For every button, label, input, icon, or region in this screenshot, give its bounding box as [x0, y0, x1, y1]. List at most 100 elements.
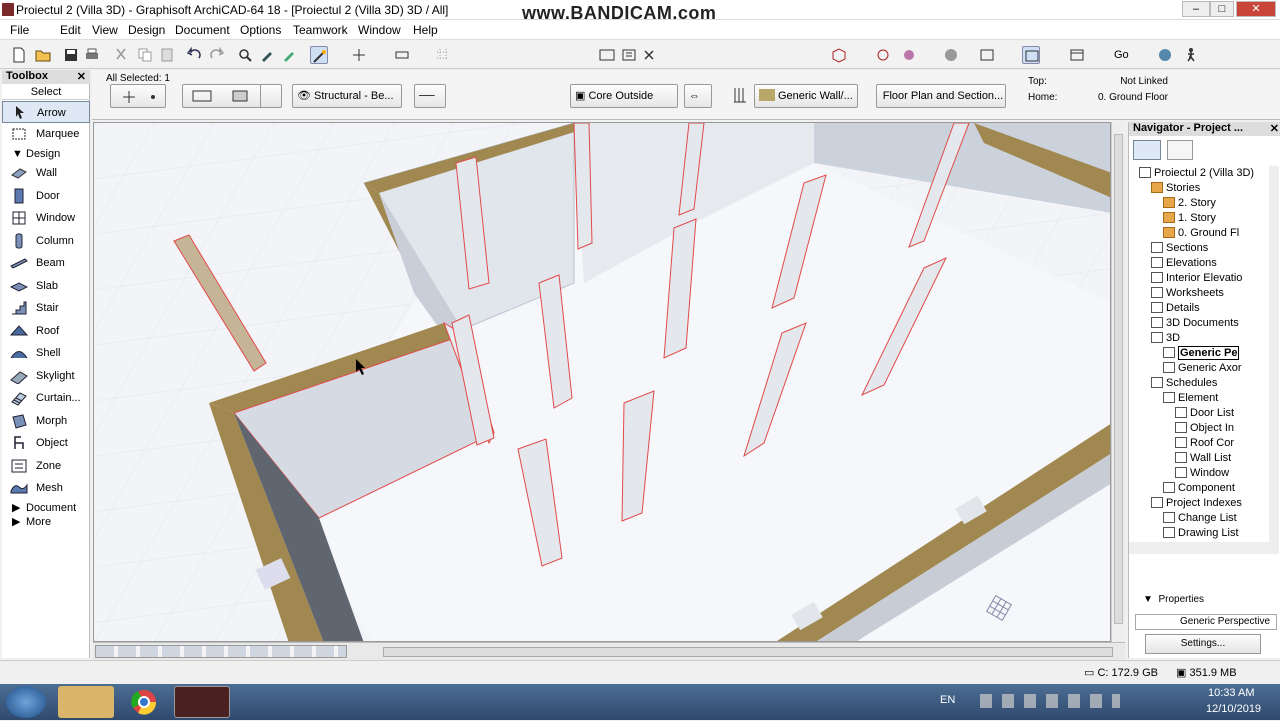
tree-item[interactable]: Details [1151, 301, 1200, 316]
tool-curtain-wall[interactable]: Curtain... [2, 387, 90, 409]
cut-icon[interactable] [112, 46, 130, 64]
layout-book-tab[interactable] [1199, 140, 1221, 160]
tree-item[interactable]: Elevations [1151, 256, 1217, 271]
tree-item[interactable]: Window [1175, 466, 1229, 481]
structural-function-dropdown[interactable]: 👁 Structural - Be... [292, 84, 402, 108]
more-section[interactable]: ▶ More [2, 514, 90, 530]
publisher-sets-tab[interactable] [1227, 140, 1249, 160]
copy-icon[interactable] [136, 46, 154, 64]
floor-plan-section-button[interactable]: Floor Plan and Section... [876, 84, 1006, 108]
redo-icon[interactable] [207, 46, 225, 64]
menu-teamwork[interactable]: Teamwork [293, 23, 348, 37]
guide-lines-icon[interactable] [350, 46, 368, 64]
profile-icon[interactable] [728, 84, 748, 108]
menu-edit[interactable]: Edit [60, 23, 81, 37]
start-button[interactable] [6, 686, 46, 718]
tree-item[interactable]: Interior Elevatio [1151, 271, 1242, 286]
tool-stair[interactable]: Stair [2, 297, 90, 319]
new-file-icon[interactable] [10, 46, 28, 64]
wall-reference-line-button[interactable] [182, 84, 266, 108]
view-map-tab[interactable] [1167, 140, 1193, 160]
paste-icon[interactable] [158, 46, 176, 64]
tree-item[interactable]: Door List [1175, 406, 1234, 421]
file-explorer-taskbar-icon[interactable] [58, 686, 114, 718]
tool-object[interactable]: Object [2, 432, 90, 454]
tree-item[interactable]: 3D Documents [1151, 316, 1239, 331]
rendering-icon[interactable] [900, 46, 918, 64]
tree-item[interactable]: Schedules [1151, 376, 1217, 391]
trace-compare-icon[interactable] [620, 46, 638, 64]
3d-view-icon[interactable] [874, 46, 892, 64]
tree-item[interactable]: 3D [1151, 331, 1180, 346]
snap-icon[interactable] [393, 46, 411, 64]
menu-design[interactable]: Design [128, 23, 165, 37]
bimx-icon[interactable] [942, 46, 960, 64]
minimize-button[interactable]: – [1182, 1, 1210, 17]
system-tray-icons[interactable] [980, 694, 1120, 708]
maximize-button[interactable]: □ [1210, 1, 1234, 17]
3d-viewport[interactable] [93, 122, 1111, 642]
zoom-navigation-buttons[interactable] [95, 645, 347, 658]
tool-door[interactable]: Door [2, 185, 90, 207]
close-trace-icon[interactable] [640, 46, 658, 64]
archicad-app-icon[interactable] [2, 3, 14, 16]
view-map-icon[interactable] [1022, 46, 1040, 64]
go-menu[interactable]: Go [1114, 49, 1129, 61]
geometry-method-button[interactable] [110, 84, 166, 108]
horizontal-scrollbar[interactable] [383, 647, 1113, 657]
chrome-taskbar-icon[interactable] [116, 686, 172, 718]
undo-icon[interactable] [186, 46, 204, 64]
tool-shell[interactable]: Shell [2, 342, 90, 364]
core-position-dropdown[interactable]: ▣ Core Outside [570, 84, 678, 108]
view-name-field[interactable]: Generic Perspective [1135, 614, 1277, 630]
settings-button[interactable]: Settings... [1145, 634, 1261, 654]
menu-file[interactable]: File [10, 23, 29, 37]
tree-item[interactable]: Proiectul 2 (Villa 3D) [1139, 166, 1254, 181]
composite-dropdown[interactable]: Generic Wall/... [754, 84, 858, 108]
print-icon[interactable] [83, 46, 101, 64]
tree-item[interactable]: Generic Axor [1163, 361, 1242, 376]
close-button[interactable]: ✕ [1236, 1, 1276, 17]
tree-scrollbar[interactable] [1269, 166, 1279, 546]
top-link-value[interactable]: Not Linked [1112, 76, 1168, 87]
toolbox-close-icon[interactable]: ✕ [77, 70, 86, 83]
vertical-scroll-thumb[interactable] [1114, 134, 1123, 624]
find-select-icon[interactable] [236, 46, 254, 64]
tree-item[interactable]: 0. Ground Fl [1163, 226, 1239, 241]
3d-window-icon[interactable] [830, 46, 848, 64]
tree-item[interactable]: Sections [1151, 241, 1208, 256]
tool-wall[interactable]: Wall [2, 162, 90, 184]
walk-icon[interactable] [1182, 46, 1200, 64]
project-map-tab[interactable] [1133, 140, 1161, 160]
archicad-taskbar-icon[interactable] [174, 686, 230, 718]
syringe-icon[interactable] [280, 46, 298, 64]
design-section[interactable]: ▼ Design [2, 146, 90, 162]
save-icon[interactable] [62, 46, 80, 64]
viewport-vertical-scrollbar[interactable] [1111, 122, 1125, 642]
navigator-close-icon[interactable]: ✕ [1270, 122, 1279, 135]
eyedropper-icon[interactable] [258, 46, 276, 64]
menu-document[interactable]: Document [175, 23, 230, 37]
tree-item[interactable]: Object In [1175, 421, 1234, 436]
line-type-button[interactable]: ── [414, 84, 446, 108]
menu-help[interactable]: Help [413, 23, 438, 37]
tree-item[interactable]: Element [1163, 391, 1218, 406]
layout-book-icon[interactable] [978, 46, 996, 64]
tree-item[interactable]: Wall List [1175, 451, 1231, 466]
properties-section[interactable]: ▼ Properties [1143, 594, 1204, 605]
grid-snap-icon[interactable] [434, 46, 452, 64]
tool-mesh[interactable]: Mesh [2, 477, 90, 499]
tree-item[interactable]: Drawing List [1163, 526, 1239, 541]
tool-roof[interactable]: Roof [2, 320, 90, 342]
tool-slab[interactable]: Slab [2, 275, 90, 297]
tree-item[interactable]: Generic Pe [1163, 346, 1240, 361]
tool-skylight[interactable]: Skylight [2, 365, 90, 387]
tree-item[interactable]: 2. Story [1163, 196, 1216, 211]
open-folder-icon[interactable] [34, 46, 52, 64]
menu-window[interactable]: Window [358, 23, 401, 37]
tree-item[interactable]: Project Indexes [1151, 496, 1242, 511]
tree-item[interactable]: Change List [1163, 511, 1237, 526]
language-indicator[interactable]: EN [940, 694, 955, 706]
tree-item[interactable]: Roof Cor [1175, 436, 1234, 451]
home-story-value[interactable]: 0. Ground Floor [1092, 92, 1168, 103]
